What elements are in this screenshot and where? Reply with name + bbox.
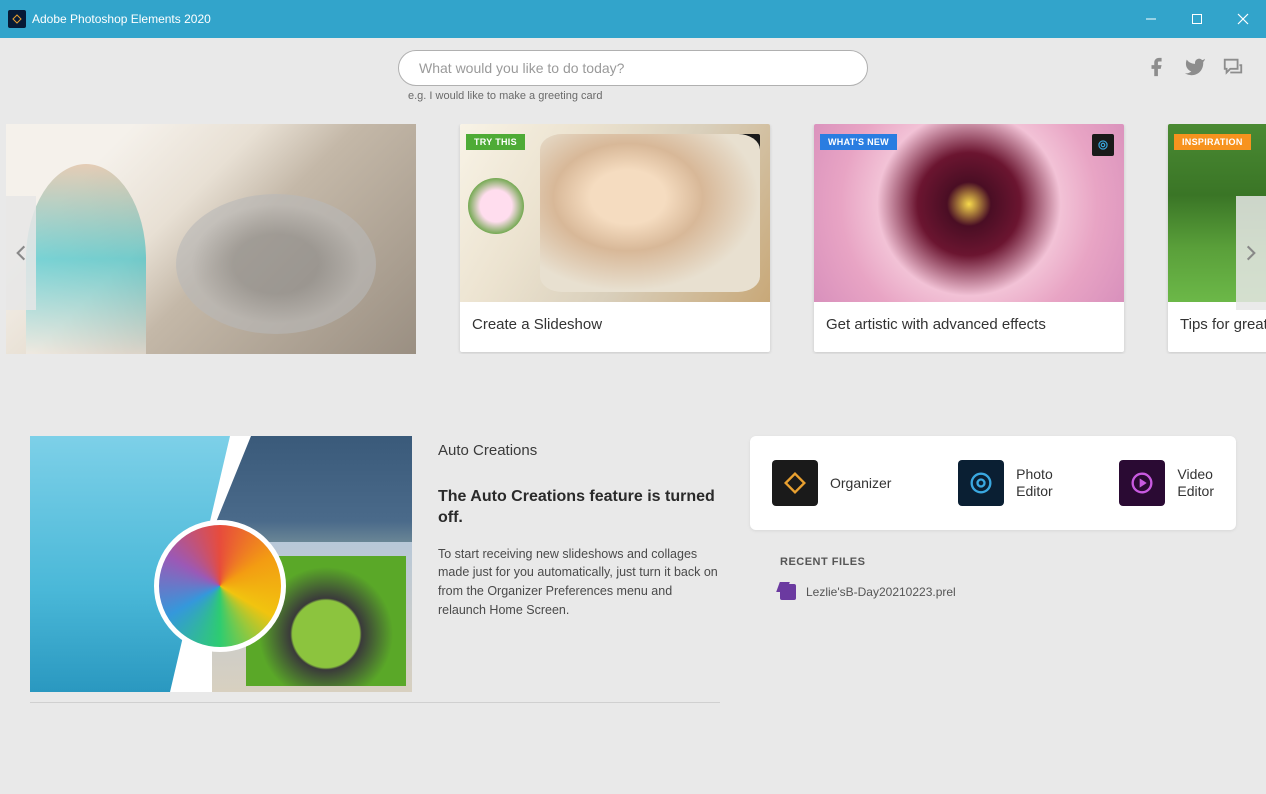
organizer-corner-icon bbox=[738, 134, 760, 156]
search-input[interactable] bbox=[398, 50, 868, 86]
card-slideshow-image: TRY THIS bbox=[460, 124, 770, 302]
app-icon bbox=[8, 10, 26, 28]
window-controls bbox=[1128, 0, 1266, 38]
auto-creations-subheading: The Auto Creations feature is turned off… bbox=[438, 487, 720, 529]
card-hero[interactable] bbox=[6, 124, 416, 354]
organizer-button[interactable]: Organizer bbox=[772, 460, 891, 506]
auto-creations-collage bbox=[30, 436, 412, 692]
card-artistic-image: WHAT'S NEW bbox=[814, 124, 1124, 302]
facebook-icon[interactable] bbox=[1146, 56, 1168, 78]
auto-creations-body: To start receiving new slideshows and co… bbox=[438, 545, 720, 620]
premiere-file-icon bbox=[780, 584, 796, 600]
card-artistic[interactable]: WHAT'S NEW Get artistic with advanced ef… bbox=[814, 124, 1124, 352]
auto-creations-text: Auto Creations The Auto Creations featur… bbox=[438, 436, 720, 692]
feature-carousel: TRY THIS Create a Slideshow WHAT'S NEW G… bbox=[0, 124, 1266, 354]
card-slideshow[interactable]: TRY THIS Create a Slideshow bbox=[460, 124, 770, 352]
auto-creations-column: Auto Creations The Auto Creations featur… bbox=[30, 436, 720, 703]
recent-file-item[interactable]: Lezlie'sB-Day20210223.prel bbox=[780, 584, 1236, 600]
app-title: Adobe Photoshop Elements 2020 bbox=[32, 12, 211, 26]
maximize-button[interactable] bbox=[1174, 0, 1220, 38]
photo-editor-button[interactable]: Photo Editor bbox=[958, 460, 1053, 506]
video-editor-label: Video Editor bbox=[1177, 466, 1214, 500]
launch-box: Organizer Photo Editor Video Editor bbox=[750, 436, 1236, 530]
title-left: Adobe Photoshop Elements 2020 bbox=[8, 10, 211, 28]
photo-editor-label: Photo Editor bbox=[1016, 466, 1053, 500]
recent-files: RECENT FILES Lezlie'sB-Day20210223.prel bbox=[750, 556, 1236, 600]
badge-whats-new: WHAT'S NEW bbox=[820, 134, 897, 150]
card-artistic-title: Get artistic with advanced effects bbox=[814, 302, 1124, 347]
minimize-button[interactable] bbox=[1128, 0, 1174, 38]
search-hint: e.g. I would like to make a greeting car… bbox=[398, 90, 868, 102]
twitter-icon[interactable] bbox=[1184, 56, 1206, 78]
auto-creations-heading: Auto Creations bbox=[438, 442, 720, 459]
lower-section: Auto Creations The Auto Creations featur… bbox=[0, 436, 1266, 703]
card-hero-image bbox=[6, 124, 416, 354]
video-editor-icon bbox=[1119, 460, 1165, 506]
social-links bbox=[1146, 56, 1244, 78]
carousel-prev-button[interactable] bbox=[6, 196, 36, 310]
launch-column: Organizer Photo Editor Video Editor RECE… bbox=[750, 436, 1236, 703]
card-track: TRY THIS Create a Slideshow WHAT'S NEW G… bbox=[6, 124, 1266, 354]
photo-corner-icon bbox=[1092, 134, 1114, 156]
photo-editor-icon bbox=[958, 460, 1004, 506]
carousel-next-button[interactable] bbox=[1236, 196, 1266, 310]
badge-inspiration: INSPIRATION bbox=[1174, 134, 1251, 150]
close-button[interactable] bbox=[1220, 0, 1266, 38]
search-area: e.g. I would like to make a greeting car… bbox=[0, 38, 1266, 102]
chat-icon[interactable] bbox=[1222, 56, 1244, 78]
badge-try-this: TRY THIS bbox=[466, 134, 525, 150]
recent-file-name: Lezlie'sB-Day20210223.prel bbox=[806, 585, 956, 599]
video-editor-button[interactable]: Video Editor bbox=[1119, 460, 1214, 506]
title-bar: Adobe Photoshop Elements 2020 bbox=[0, 0, 1266, 38]
card-slideshow-title: Create a Slideshow bbox=[460, 302, 770, 347]
recent-files-heading: RECENT FILES bbox=[780, 556, 1236, 568]
organizer-label: Organizer bbox=[830, 475, 891, 492]
organizer-icon bbox=[772, 460, 818, 506]
